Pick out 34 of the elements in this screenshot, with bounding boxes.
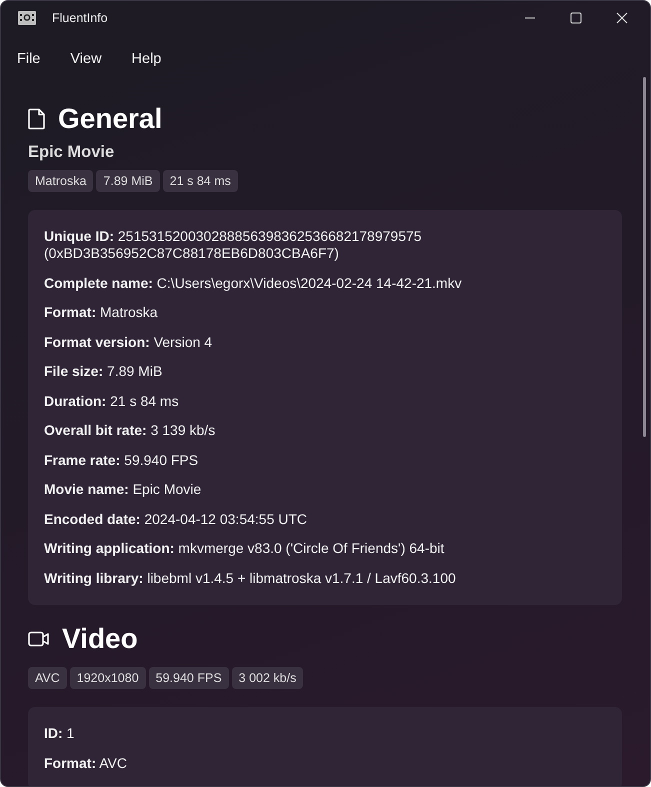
field-text: Frame rate: 59.940 FPS <box>44 452 200 468</box>
field-text: Movie name: Epic Movie <box>44 481 202 498</box>
menu-item[interactable]: View <box>60 45 112 73</box>
close-icon[interactable] <box>616 12 628 24</box>
tag: AVC <box>28 667 67 689</box>
tag: 21 s 84 ms <box>162 170 238 192</box>
field-text: ID: 1 <box>44 725 76 742</box>
section-title: Video <box>62 623 138 655</box>
field-text: Format version: Version 4 <box>44 334 214 350</box>
field-text: Writing application: mkvmerge v83.0 ('Circle Of Friends') 64-bit <box>44 540 446 557</box>
tag: 7.89 MiB <box>96 170 160 192</box>
field-text: Duration: 21 s 84 ms <box>44 392 180 410</box>
menu-item[interactable]: Help <box>122 45 172 73</box>
maximize-icon[interactable] <box>570 12 582 24</box>
field-text: File size: 7.89 MiB <box>44 363 164 380</box>
menu-item[interactable]: File <box>7 45 50 73</box>
section-subtitle: Epic Movie <box>28 143 116 162</box>
tag: 1920x1080 <box>70 667 146 689</box>
field-text: Complete name: C:\Users\egorx\Videos\2024-02-24 14-42-21.mkv <box>44 274 463 292</box>
tag: 59.940 FPS <box>148 667 229 689</box>
field-text: Unique ID: 251531520030288856398362536682178979575 (0xBD3B356952C87C88178EB6D803CBA6F7) <box>44 228 423 262</box>
app-icon <box>18 11 36 25</box>
tag: 3 002 kb/s <box>232 667 304 689</box>
video-camera-icon <box>28 631 50 647</box>
field-text: Writing library: libebml v1.4.5 + libmatroska v1.7.1 / Lavf60.3.100 <box>44 570 457 586</box>
scrollbar[interactable] <box>643 77 646 437</box>
field-text: Encoded date: 2024-04-12 03:54:55 UTC <box>44 510 308 528</box>
window-title: FluentInfo <box>52 11 108 25</box>
document-icon <box>28 108 46 130</box>
field-text: Overall bit rate: 3 139 kb/s <box>44 422 216 439</box>
field-text: Format: Matroska <box>44 304 159 321</box>
field-text: Format: AVC <box>44 754 128 772</box>
section-title: General <box>58 103 162 135</box>
tag: Matroska <box>28 170 94 192</box>
